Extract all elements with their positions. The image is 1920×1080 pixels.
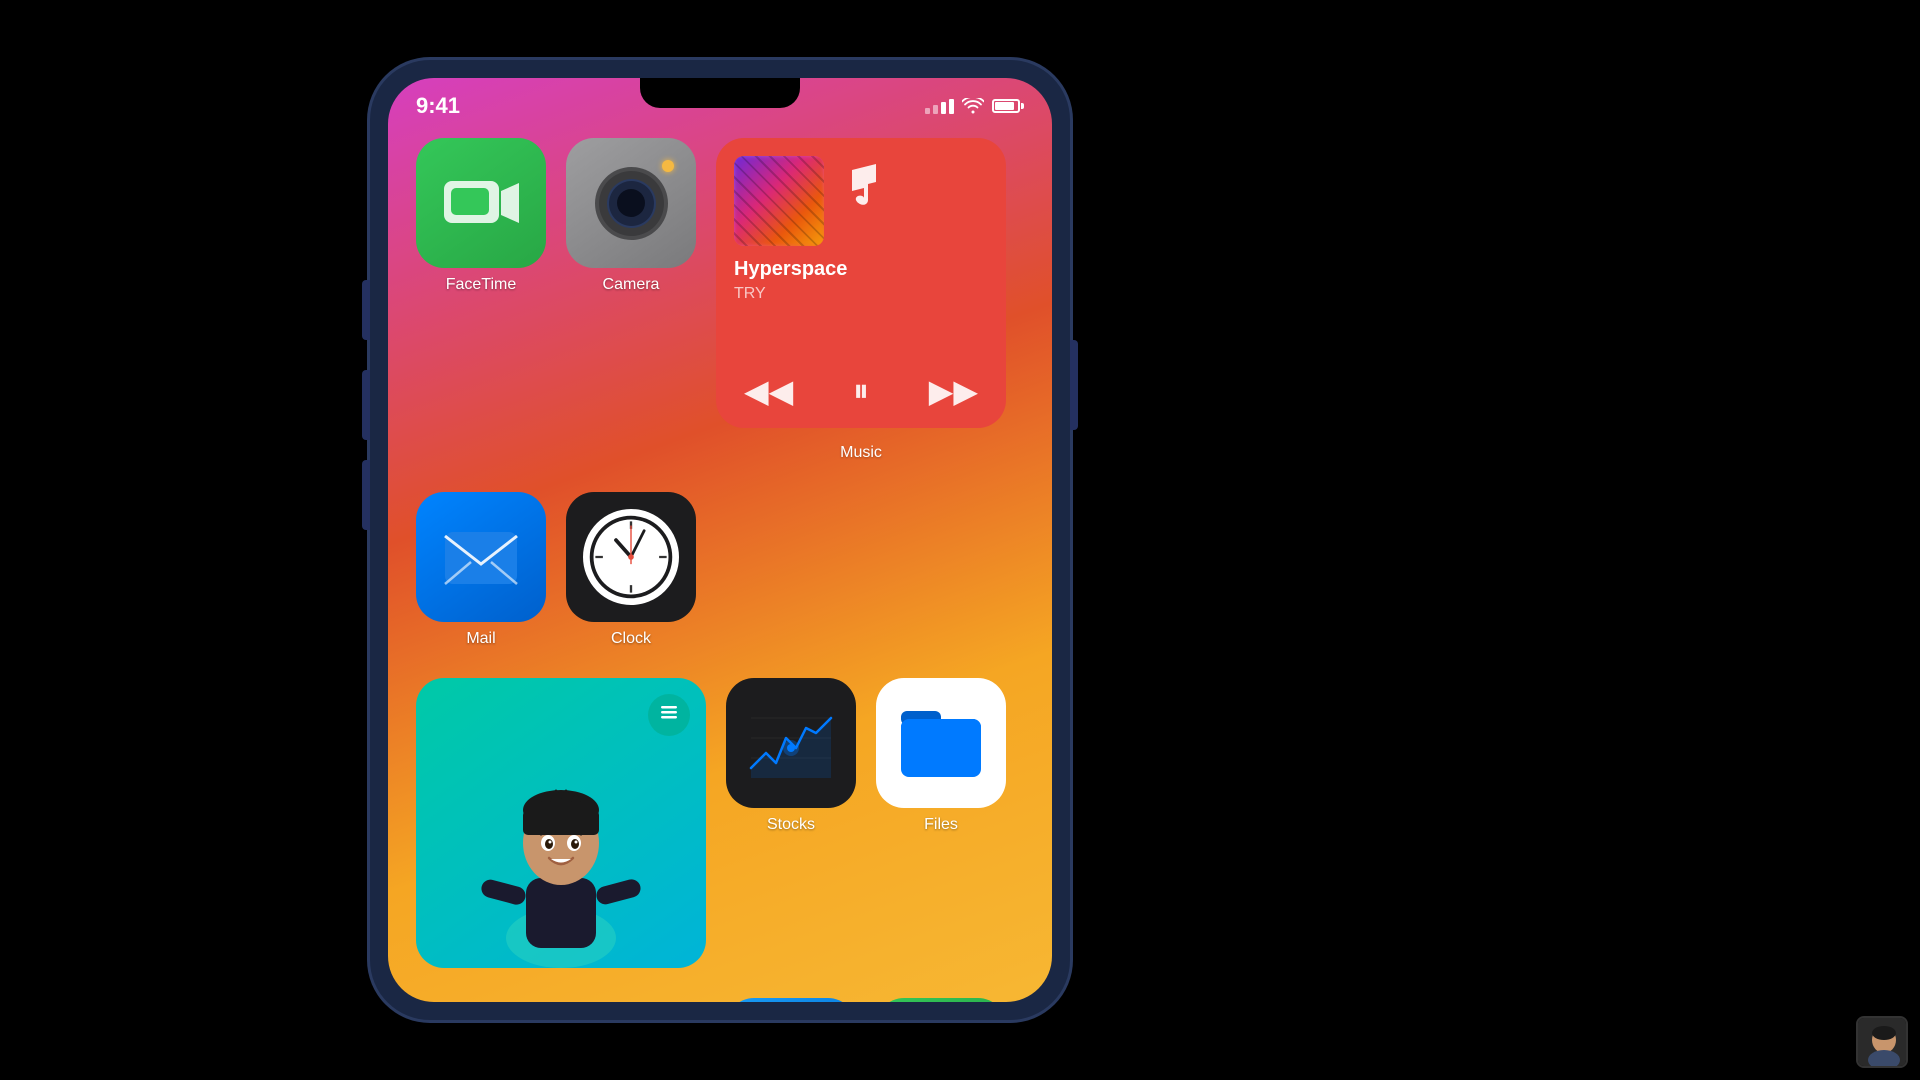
power-button[interactable]: [1070, 340, 1078, 430]
findmy-icon: [876, 998, 1006, 1002]
camera-label: Camera: [603, 276, 660, 294]
iphone-screen: 9:41: [388, 78, 1052, 1002]
app-row-3: Stocks Files: [416, 678, 1024, 968]
music-widget-spacer: [716, 492, 1006, 648]
album-art: [734, 156, 824, 246]
camera-icon: [566, 138, 696, 268]
app-row-4: [416, 998, 1024, 1002]
clock-face: [583, 509, 679, 605]
music-label: Music: [840, 444, 882, 462]
app-item-stocks[interactable]: Stocks: [726, 678, 856, 968]
clock-label: Clock: [611, 630, 651, 648]
findmy-svg: [901, 998, 981, 1002]
signal-icon: [925, 99, 954, 114]
app-item-facetime[interactable]: FaceTime: [416, 138, 546, 462]
battery-icon: [992, 99, 1024, 113]
volume-down-button[interactable]: [362, 460, 370, 530]
bitmoji-character: [461, 738, 661, 968]
facetime-camera-svg: [439, 173, 524, 233]
wifi-icon: [962, 98, 984, 114]
files-label: Files: [924, 816, 958, 834]
music-song-title: Hyperspace: [734, 258, 988, 281]
files-folder-svg: [897, 705, 985, 781]
home-grid: FaceTime Camera: [416, 138, 1024, 1002]
notch: [640, 78, 800, 108]
facetime-icon: [416, 138, 546, 268]
mail-label: Mail: [466, 630, 495, 648]
mail-envelope-svg: [441, 528, 521, 586]
facetime-label: FaceTime: [446, 276, 517, 294]
testflight-icon: [726, 998, 856, 1002]
music-widget-header: [734, 156, 988, 246]
clock-face-svg: [586, 509, 676, 605]
pause-button[interactable]: ⏸: [853, 372, 869, 410]
app-item-findmy[interactable]: [876, 998, 1006, 1002]
forward-button[interactable]: ▶▶: [929, 372, 978, 410]
mail-icon: [416, 492, 546, 622]
testflight-svg: [751, 998, 831, 1002]
bitmoji-spacer: [416, 998, 706, 1002]
stocks-icon: [726, 678, 856, 808]
music-note-icon: [838, 160, 882, 212]
files-icon: [876, 678, 1006, 808]
bitmoji-badge: [648, 694, 690, 736]
stocks-label: Stocks: [767, 816, 815, 834]
volume-up-button[interactable]: [362, 370, 370, 440]
app-item-bitmoji[interactable]: [416, 678, 706, 968]
music-controls: ◀◀ ⏸ ▶▶: [734, 372, 988, 410]
scene: 9:41: [0, 0, 1920, 1080]
app-item-testflight[interactable]: [726, 998, 856, 1002]
music-info: Hyperspace TRY: [734, 258, 988, 356]
clock-icon: [566, 492, 696, 622]
app-item-music[interactable]: Hyperspace TRY ◀◀ ⏸ ▶▶ Music: [716, 138, 1006, 462]
app-row-2: Mail: [416, 492, 1024, 648]
app-item-mail[interactable]: Mail: [416, 492, 546, 648]
status-time: 9:41: [416, 93, 460, 119]
music-widget[interactable]: Hyperspace TRY ◀◀ ⏸ ▶▶: [716, 138, 1006, 428]
bitmoji-badge-icon: [658, 704, 680, 726]
rewind-button[interactable]: ◀◀: [744, 372, 793, 410]
app-row-1: FaceTime Camera: [416, 138, 1024, 462]
music-artist: TRY: [734, 285, 988, 303]
avatar-thumbnail[interactable]: [1856, 1016, 1908, 1068]
app-item-camera[interactable]: Camera: [566, 138, 696, 462]
iphone-frame: 9:41: [370, 60, 1070, 1020]
bitmoji-widget[interactable]: [416, 678, 706, 968]
silent-switch[interactable]: [362, 280, 370, 340]
app-item-files[interactable]: Files: [876, 678, 1006, 968]
stocks-chart-svg: [741, 698, 841, 788]
app-item-clock[interactable]: Clock: [566, 492, 696, 648]
status-icons: [925, 98, 1024, 114]
avatar-svg: [1858, 1018, 1908, 1068]
